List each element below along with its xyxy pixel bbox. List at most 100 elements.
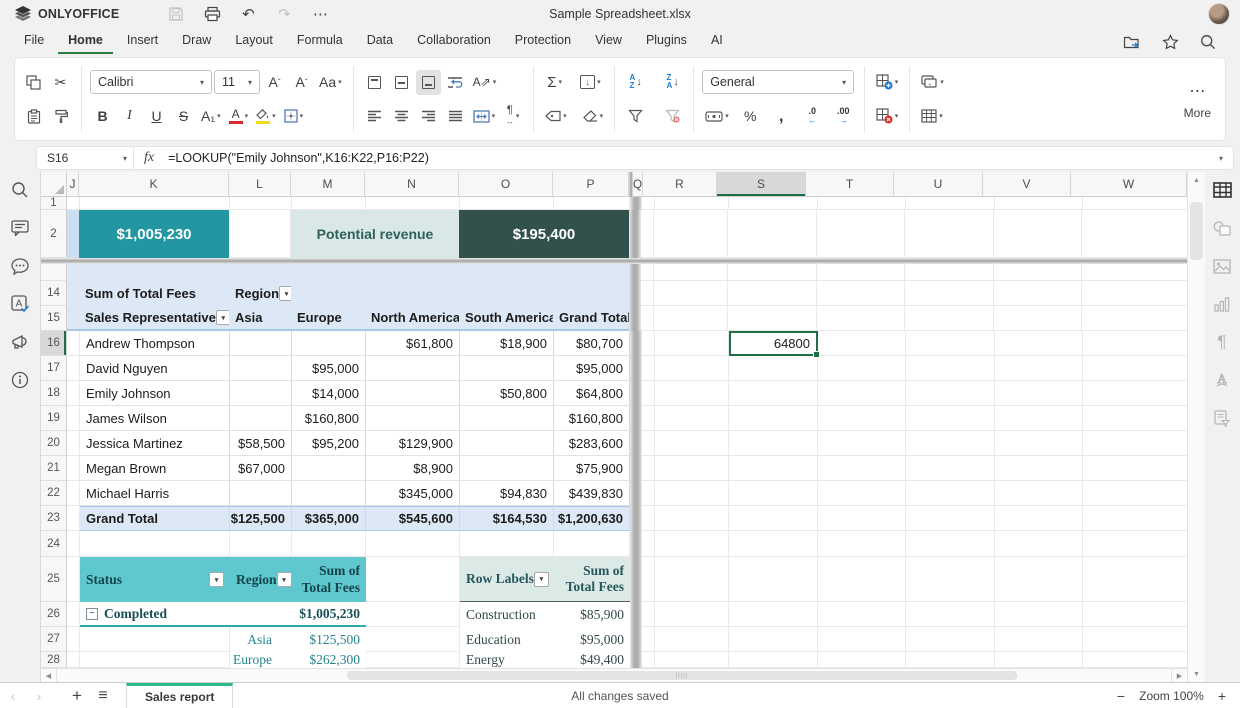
- underline-button[interactable]: U: [144, 104, 169, 129]
- row-header-partial[interactable]: [41, 264, 67, 281]
- row-header-2[interactable]: 2: [41, 210, 67, 258]
- cell-N27[interactable]: [366, 627, 460, 652]
- cell-P24[interactable]: [554, 531, 630, 557]
- cell-J21[interactable]: [67, 456, 80, 481]
- cell-K28[interactable]: [80, 652, 230, 668]
- cell-W1[interactable]: [1083, 197, 1187, 210]
- image-settings-icon[interactable]: [1210, 254, 1234, 278]
- cell-N20[interactable]: $129,900: [366, 431, 460, 456]
- vertical-scrollbar[interactable]: ▲ ▼: [1187, 172, 1205, 682]
- cell-S24[interactable]: [729, 531, 818, 557]
- cell-S27[interactable]: [729, 627, 818, 652]
- cell-O19[interactable]: [460, 406, 554, 431]
- cell-T18[interactable]: [818, 381, 906, 406]
- cell-N[interactable]: [365, 264, 459, 281]
- column-header-K[interactable]: K: [79, 172, 229, 197]
- cell-R20[interactable]: [655, 431, 729, 456]
- cell-W22[interactable]: [1083, 481, 1187, 506]
- change-case-button[interactable]: Aa ▾: [316, 70, 345, 95]
- cell-O27[interactable]: Education: [460, 627, 554, 652]
- cell-V15[interactable]: [994, 306, 1082, 331]
- cell-O17[interactable]: [460, 356, 554, 381]
- cell-L23[interactable]: $125,500: [230, 506, 292, 531]
- cell-N25[interactable]: [366, 557, 460, 602]
- cell-SP26[interactable]: [630, 602, 642, 627]
- row-header-21[interactable]: 21: [41, 456, 67, 481]
- cell-P14[interactable]: [553, 281, 629, 306]
- cell-SP15[interactable]: [629, 306, 641, 331]
- number-format-select[interactable]: General ▾: [702, 70, 855, 94]
- column-header-W[interactable]: W: [1071, 172, 1187, 197]
- cell-O2[interactable]: $195,400: [459, 210, 629, 258]
- next-sheet-button[interactable]: ›: [26, 683, 52, 708]
- column-header-O[interactable]: O: [459, 172, 553, 197]
- cell-R28[interactable]: [655, 652, 729, 668]
- cell-W20[interactable]: [1083, 431, 1187, 456]
- cell-M15[interactable]: Europe: [291, 306, 365, 331]
- undo-button[interactable]: ↶: [237, 3, 259, 25]
- cell-O24[interactable]: [460, 531, 554, 557]
- collapse-button[interactable]: −: [86, 607, 98, 620]
- cell-W18[interactable]: [1083, 381, 1187, 406]
- cell-J14[interactable]: [67, 281, 79, 306]
- cell-P28[interactable]: $49,400: [554, 652, 630, 668]
- cell-K23[interactable]: Grand Total: [80, 506, 230, 531]
- menu-tab-home[interactable]: Home: [58, 29, 113, 54]
- decrease-font-button[interactable]: Aˇ: [289, 70, 314, 95]
- cell-V20[interactable]: [995, 431, 1083, 456]
- row-header-19[interactable]: 19: [41, 406, 67, 431]
- menu-tab-insert[interactable]: Insert: [117, 29, 168, 54]
- cell-M25[interactable]: Sum of Total Fees: [292, 557, 366, 602]
- cell-P20[interactable]: $283,600: [554, 431, 630, 456]
- text-direction-button[interactable]: ¶ ↔ ▾: [500, 104, 525, 129]
- cell-R1[interactable]: [655, 197, 729, 210]
- cell-U1[interactable]: [906, 197, 995, 210]
- cell-R25[interactable]: [655, 557, 729, 602]
- cell-U21[interactable]: [906, 456, 995, 481]
- formula-input[interactable]: =LOOKUP("Emily Johnson",K16:K22,P16:P22): [164, 151, 1209, 165]
- align-top-button[interactable]: [362, 70, 387, 95]
- cell-U23[interactable]: [906, 506, 995, 531]
- cell-K[interactable]: [79, 264, 229, 281]
- cell-M28[interactable]: $262,300: [292, 652, 366, 668]
- chat-panel-icon[interactable]: [8, 254, 32, 278]
- save-button[interactable]: [165, 3, 187, 25]
- column-header-U[interactable]: U: [894, 172, 983, 197]
- column-header-V[interactable]: V: [983, 172, 1071, 197]
- cell-Q[interactable]: [641, 264, 654, 281]
- cell-Q15[interactable]: [641, 306, 654, 331]
- user-avatar[interactable]: [1208, 3, 1230, 25]
- cell-M1[interactable]: [292, 197, 366, 210]
- scroll-left-icon[interactable]: ◀: [41, 669, 57, 682]
- named-ranges-button[interactable]: ▾: [542, 104, 570, 129]
- zoom-out-button[interactable]: −: [1117, 688, 1125, 704]
- cell-V27[interactable]: [995, 627, 1083, 652]
- menu-tab-file[interactable]: File: [14, 29, 54, 54]
- feedback-icon[interactable]: [8, 330, 32, 354]
- sort-descending-button[interactable]: ZA ↓: [660, 70, 685, 95]
- decrease-decimal-button[interactable]: .0 ←: [800, 104, 825, 129]
- favorite-star-button[interactable]: [1160, 32, 1180, 52]
- cell-L22[interactable]: [230, 481, 292, 506]
- cell-U17[interactable]: [906, 356, 995, 381]
- cell-U26[interactable]: [906, 602, 995, 627]
- cell-U20[interactable]: [906, 431, 995, 456]
- row-header-18[interactable]: 18: [41, 381, 67, 406]
- autosum-button[interactable]: Σ ▾: [542, 70, 567, 95]
- format-as-table-button[interactable]: ▾: [918, 104, 946, 129]
- cell-V16[interactable]: [995, 331, 1083, 356]
- cell-N21[interactable]: $8,900: [366, 456, 460, 481]
- cell-S19[interactable]: [729, 406, 818, 431]
- cell-V1[interactable]: [995, 197, 1083, 210]
- cell-O[interactable]: [459, 264, 553, 281]
- cell-Q27[interactable]: [642, 627, 655, 652]
- cell-J16[interactable]: [67, 331, 80, 356]
- zoom-in-button[interactable]: +: [1218, 688, 1226, 704]
- cell-N19[interactable]: [366, 406, 460, 431]
- cell-R22[interactable]: [655, 481, 729, 506]
- cell-M26[interactable]: $1,005,230: [292, 602, 366, 627]
- redo-button[interactable]: ↷: [273, 3, 295, 25]
- fill-handle[interactable]: [813, 351, 820, 358]
- cell-Q14[interactable]: [641, 281, 654, 306]
- cell-R19[interactable]: [655, 406, 729, 431]
